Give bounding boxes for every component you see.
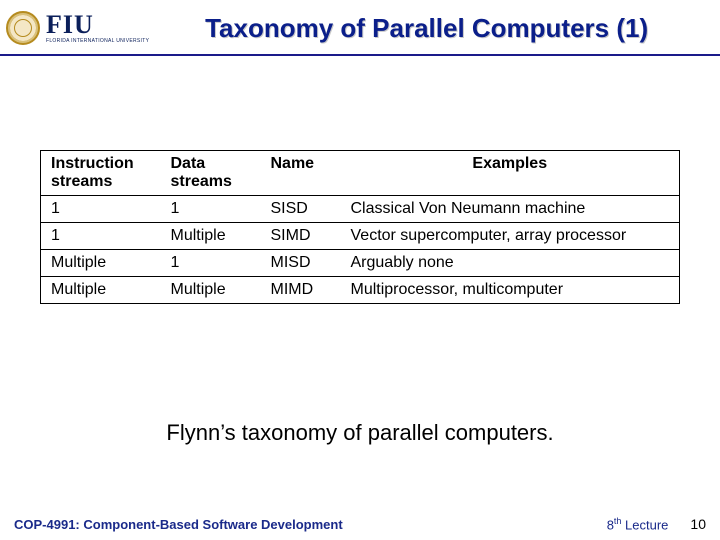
- col-name: Name: [261, 151, 341, 196]
- logo-text-block: FIU FLORIDA INTERNATIONAL UNIVERSITY: [46, 12, 149, 44]
- cell: Multiple: [41, 277, 161, 304]
- university-logo: FIU FLORIDA INTERNATIONAL UNIVERSITY: [6, 11, 149, 45]
- slide-title: Taxonomy of Parallel Computers (1): [149, 13, 714, 44]
- cell: Classical Von Neumann machine: [341, 196, 680, 223]
- cell: Multiple: [161, 277, 261, 304]
- table-row: 1 Multiple SIMD Vector supercomputer, ar…: [41, 223, 680, 250]
- page-number: 10: [690, 516, 706, 532]
- table-row: 1 1 SISD Classical Von Neumann machine: [41, 196, 680, 223]
- cell: MIMD: [261, 277, 341, 304]
- col-instruction: Instruction: [51, 155, 134, 172]
- cell: SISD: [261, 196, 341, 223]
- cell: Vector supercomputer, array processor: [341, 223, 680, 250]
- lecture-number: 8th Lecture: [607, 516, 669, 532]
- cell: Multiple: [41, 250, 161, 277]
- col-streams-1: streams: [51, 173, 112, 190]
- footer: COP-4991: Component-Based Software Devel…: [0, 516, 720, 532]
- slide-body: Instruction streams Data streams Name Ex…: [40, 150, 680, 304]
- logo-subtext: FLORIDA INTERNATIONAL UNIVERSITY: [46, 39, 149, 44]
- course-code: COP-4991: Component-Based Software Devel…: [14, 517, 343, 532]
- logo-text: FIU: [46, 12, 149, 38]
- footer-right: 8th Lecture 10: [607, 516, 706, 532]
- table-row: Multiple 1 MISD Arguably none: [41, 250, 680, 277]
- cell: Multiple: [161, 223, 261, 250]
- col-streams-2: streams: [171, 173, 232, 190]
- header-bar: FIU FLORIDA INTERNATIONAL UNIVERSITY Tax…: [0, 0, 720, 56]
- lecture-word: Lecture: [621, 517, 668, 532]
- col-data-streams: Data streams: [161, 151, 261, 196]
- cell: Arguably none: [341, 250, 680, 277]
- col-examples: Examples: [341, 151, 680, 196]
- taxonomy-table: Instruction streams Data streams Name Ex…: [40, 150, 680, 304]
- cell: 1: [161, 250, 261, 277]
- table-row: Multiple Multiple MIMD Multiprocessor, m…: [41, 277, 680, 304]
- slide: FIU FLORIDA INTERNATIONAL UNIVERSITY Tax…: [0, 0, 720, 540]
- table-header-row: Instruction streams Data streams Name Ex…: [41, 151, 680, 196]
- cell: 1: [41, 223, 161, 250]
- col-instruction-streams: Instruction streams: [41, 151, 161, 196]
- seal-icon: [6, 11, 40, 45]
- cell: 1: [41, 196, 161, 223]
- cell: SIMD: [261, 223, 341, 250]
- cell: MISD: [261, 250, 341, 277]
- col-data: Data: [171, 155, 206, 172]
- figure-caption: Flynn’s taxonomy of parallel computers.: [0, 420, 720, 446]
- cell: Multiprocessor, multicomputer: [341, 277, 680, 304]
- lecture-ord: 8: [607, 517, 614, 532]
- cell: 1: [161, 196, 261, 223]
